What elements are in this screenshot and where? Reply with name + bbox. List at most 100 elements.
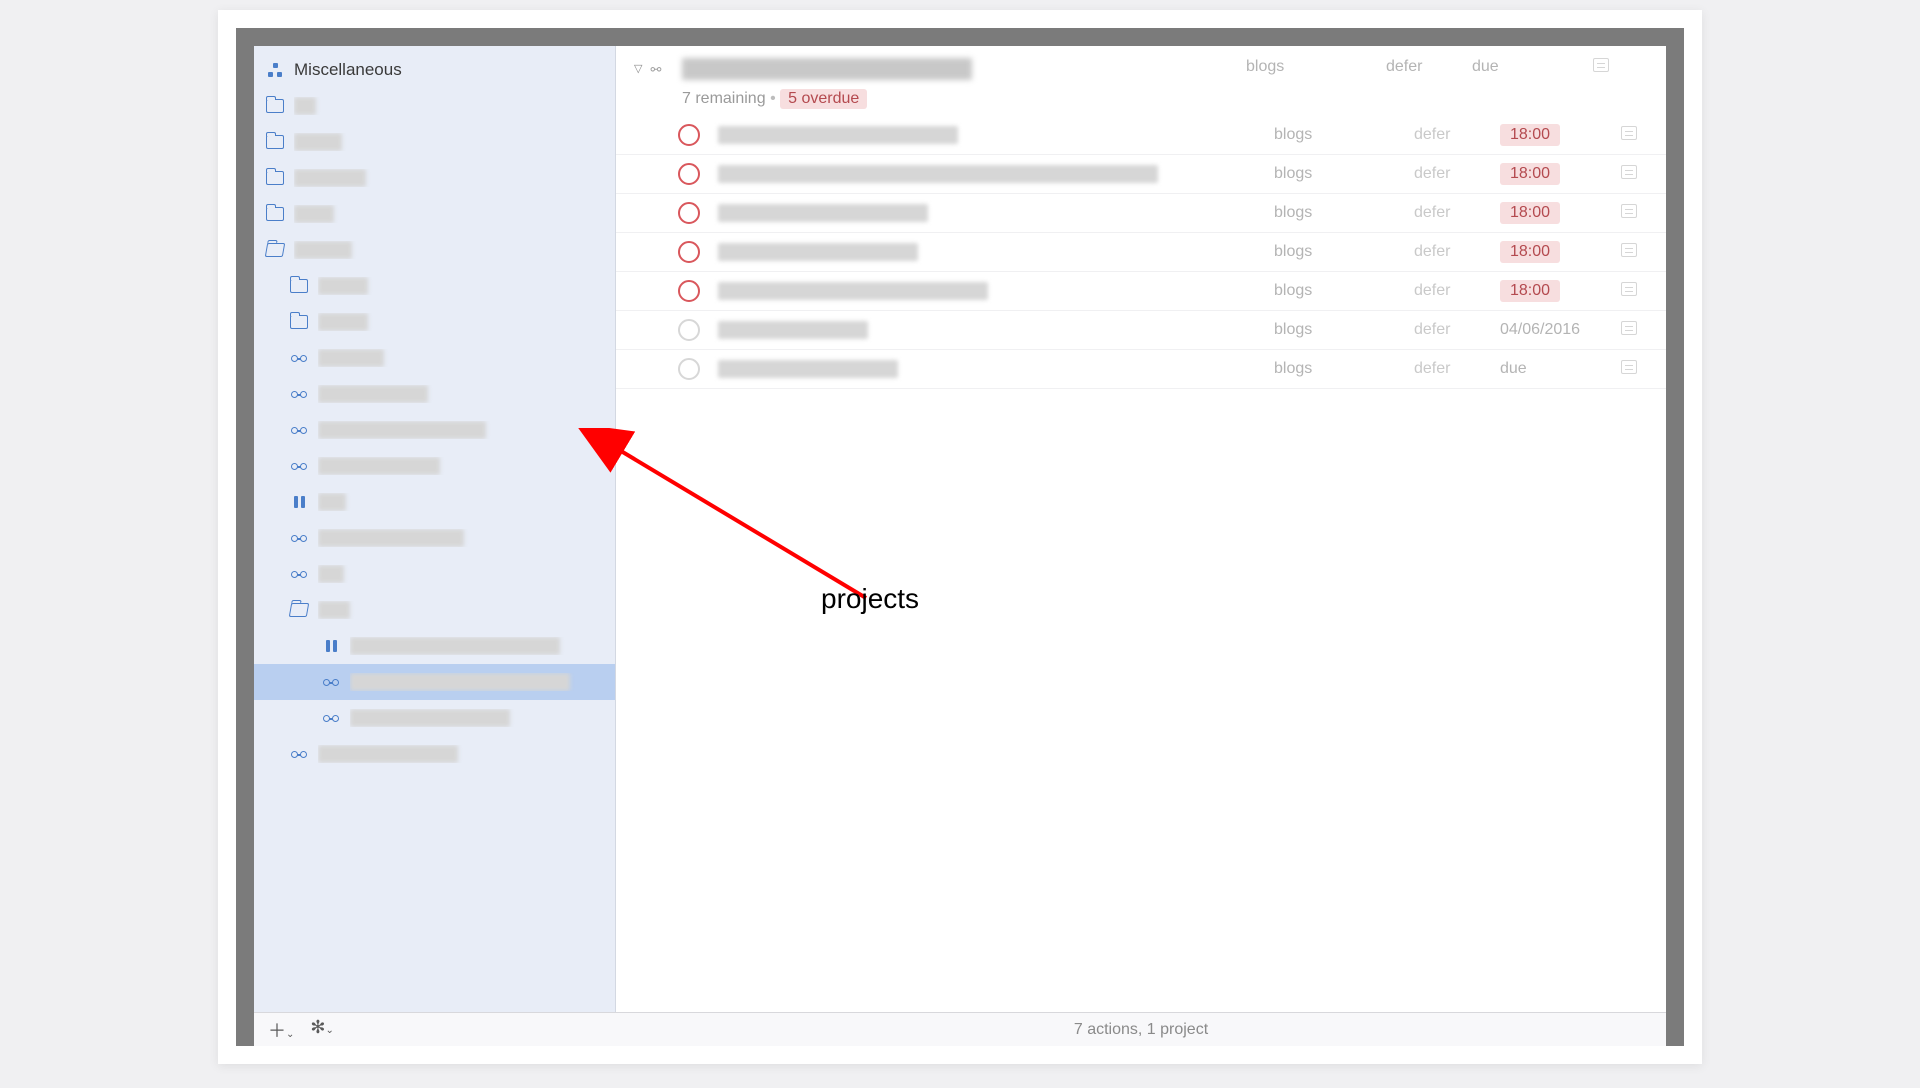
sidebar-item[interactable]	[254, 628, 615, 664]
note-icon	[1621, 243, 1637, 257]
sidebar-item[interactable]	[254, 124, 615, 160]
sequential-project-icon	[291, 749, 307, 759]
task-row[interactable]: blogsdefer04/06/2016	[616, 311, 1666, 350]
col-note[interactable]	[1588, 58, 1614, 77]
task-defer[interactable]: defer	[1414, 282, 1500, 300]
task-title[interactable]	[718, 321, 1274, 339]
sidebar-item-label	[318, 565, 615, 583]
col-due[interactable]: due	[1472, 58, 1588, 77]
sidebar-item-label	[318, 457, 615, 475]
task-defer[interactable]: defer	[1414, 243, 1500, 261]
sidebar-item[interactable]	[254, 664, 615, 700]
task-checkbox[interactable]	[678, 241, 700, 263]
col-context[interactable]: blogs	[1246, 58, 1386, 77]
sequential-project-icon	[291, 533, 307, 543]
task-title[interactable]	[718, 282, 1274, 300]
task-checkbox[interactable]	[678, 163, 700, 185]
sequential-project-icon	[291, 425, 307, 435]
project-title[interactable]	[682, 58, 972, 80]
task-due[interactable]: due	[1500, 360, 1616, 378]
task-note-button[interactable]	[1616, 321, 1642, 340]
task-due[interactable]: 18:00	[1500, 280, 1616, 302]
separator-dot: •	[770, 90, 780, 107]
task-due[interactable]: 18:00	[1500, 241, 1616, 263]
folder-open-icon	[265, 243, 285, 257]
disclosure-triangle-icon[interactable]: ▽	[634, 62, 642, 78]
screenshot-frame: Miscellaneous ▽ ⚯ blogs defer due	[236, 28, 1684, 1046]
task-title[interactable]	[718, 243, 1274, 261]
task-defer[interactable]: defer	[1414, 321, 1500, 339]
task-row[interactable]: blogsdeferdue	[616, 350, 1666, 389]
task-context[interactable]: blogs	[1274, 321, 1414, 339]
col-defer[interactable]: defer	[1386, 58, 1472, 77]
task-row[interactable]: blogsdefer18:00	[616, 272, 1666, 311]
add-button[interactable]: ＋⌄	[268, 1017, 294, 1043]
folder-icon	[266, 171, 284, 185]
sidebar-item[interactable]	[254, 232, 615, 268]
sidebar-item[interactable]	[254, 520, 615, 556]
sidebar-item[interactable]	[254, 376, 615, 412]
sidebar-item-label	[318, 745, 615, 763]
sidebar-item[interactable]: Miscellaneous	[254, 52, 615, 88]
note-icon	[1621, 360, 1637, 374]
task-note-button[interactable]	[1616, 243, 1642, 262]
sidebar-item[interactable]	[254, 412, 615, 448]
sidebar-item[interactable]	[254, 448, 615, 484]
task-due[interactable]: 18:00	[1500, 202, 1616, 224]
note-icon	[1621, 321, 1637, 335]
sidebar-item[interactable]	[254, 556, 615, 592]
note-icon	[1621, 126, 1637, 140]
task-row[interactable]: blogsdefer18:00	[616, 155, 1666, 194]
task-title[interactable]	[718, 126, 1274, 144]
task-checkbox[interactable]	[678, 280, 700, 302]
task-title[interactable]	[718, 360, 1274, 378]
task-context[interactable]: blogs	[1274, 204, 1414, 222]
sidebar-item[interactable]	[254, 88, 615, 124]
sidebar-item[interactable]	[254, 592, 615, 628]
link-chain-icon[interactable]: ⚯	[650, 62, 661, 78]
misc-icon	[268, 63, 282, 77]
sidebar-item[interactable]	[254, 304, 615, 340]
task-row[interactable]: blogsdefer18:00	[616, 233, 1666, 272]
task-defer[interactable]: defer	[1414, 126, 1500, 144]
sidebar-item[interactable]	[254, 484, 615, 520]
task-note-button[interactable]	[1616, 360, 1642, 379]
sidebar-item-label: Miscellaneous	[294, 60, 615, 80]
sidebar-item[interactable]	[254, 340, 615, 376]
task-due[interactable]: 04/06/2016	[1500, 321, 1616, 339]
task-row[interactable]: blogsdefer18:00	[616, 194, 1666, 233]
note-icon	[1621, 204, 1637, 218]
task-checkbox[interactable]	[678, 358, 700, 380]
task-due[interactable]: 18:00	[1500, 163, 1616, 185]
task-checkbox[interactable]	[678, 202, 700, 224]
task-note-button[interactable]	[1616, 126, 1642, 145]
task-checkbox[interactable]	[678, 319, 700, 341]
task-context[interactable]: blogs	[1274, 360, 1414, 378]
task-defer[interactable]: defer	[1414, 165, 1500, 183]
sidebar-item[interactable]	[254, 268, 615, 304]
sidebar-item-label	[318, 313, 615, 331]
sidebar-item-label	[318, 349, 615, 367]
column-headers: blogs defer due	[1246, 58, 1638, 77]
task-context[interactable]: blogs	[1274, 243, 1414, 261]
sidebar-item[interactable]	[254, 736, 615, 772]
task-title[interactable]	[718, 204, 1274, 222]
task-note-button[interactable]	[1616, 282, 1642, 301]
sidebar-item[interactable]	[254, 160, 615, 196]
task-due[interactable]: 18:00	[1500, 124, 1616, 146]
task-note-button[interactable]	[1616, 204, 1642, 223]
gear-button[interactable]: ✻⌄	[310, 1017, 333, 1043]
task-defer[interactable]: defer	[1414, 360, 1500, 378]
sidebar-item-label	[350, 673, 615, 691]
sidebar-item-label	[318, 601, 615, 619]
task-note-button[interactable]	[1616, 165, 1642, 184]
task-context[interactable]: blogs	[1274, 282, 1414, 300]
sidebar-item[interactable]	[254, 700, 615, 736]
task-row[interactable]: blogsdefer18:00	[616, 116, 1666, 155]
task-context[interactable]: blogs	[1274, 126, 1414, 144]
task-context[interactable]: blogs	[1274, 165, 1414, 183]
task-checkbox[interactable]	[678, 124, 700, 146]
sidebar-item[interactable]	[254, 196, 615, 232]
task-defer[interactable]: defer	[1414, 204, 1500, 222]
task-title[interactable]	[718, 165, 1274, 183]
